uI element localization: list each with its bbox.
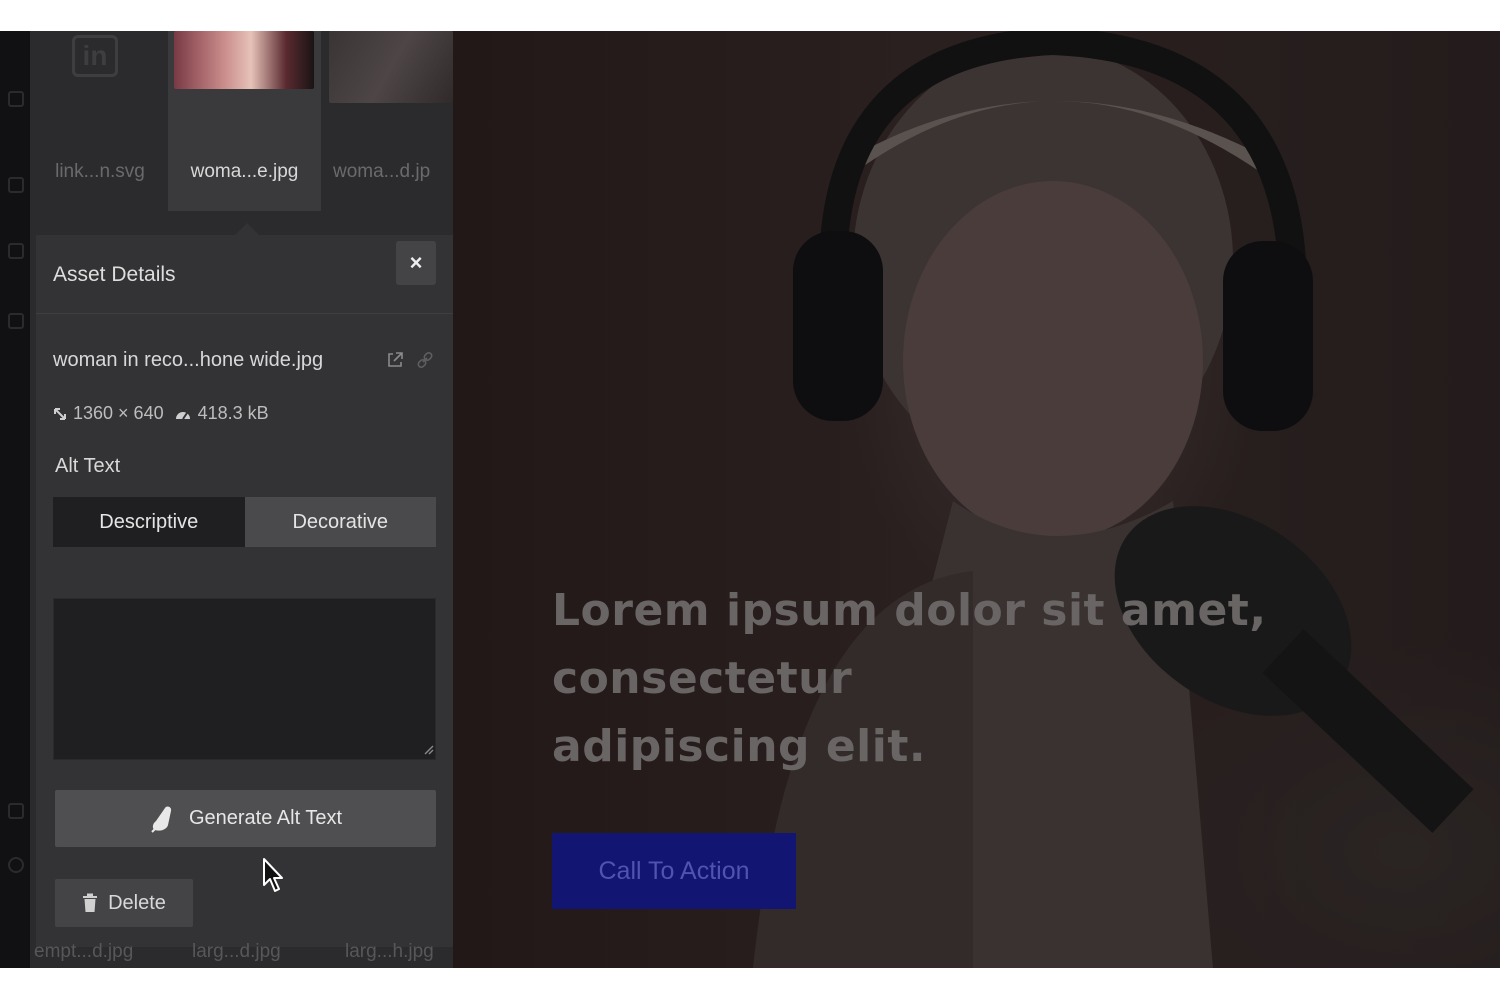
asset-panel: in link...n.svg woma...e.jpg woma...d.jp… (30, 31, 453, 968)
delete-label: Delete (108, 891, 166, 914)
asset-thumbnail-name: link...n.svg (55, 161, 145, 182)
thumbnail-image (329, 31, 453, 103)
popover-caret (235, 223, 259, 235)
rail-pages-icon[interactable] (8, 177, 24, 193)
asset-thumbnail[interactable]: in link...n.svg (30, 31, 170, 211)
call-to-action-button[interactable]: Call To Action (552, 833, 796, 909)
magic-wand-icon (151, 806, 172, 833)
asset-thumbnail-name: woma...d.jp (333, 161, 431, 182)
hero-heading-line: adipiscing elit. (552, 721, 927, 772)
rail-search-icon[interactable] (8, 857, 24, 873)
descriptive-option[interactable]: Descriptive (53, 497, 245, 547)
asset-thumbnail-name[interactable]: empt...d.jpg (34, 941, 133, 963)
dimensions-icon (54, 407, 66, 420)
asset-thumbnail-name: woma...e.jpg (190, 161, 299, 182)
delete-button[interactable]: Delete (55, 879, 193, 927)
left-icon-rail (0, 31, 30, 968)
asset-thumbnail[interactable]: woma...d.jp (325, 31, 453, 211)
gauge-icon (175, 411, 190, 420)
asset-thumbnail-row-bottom: empt...d.jpg larg...d.jpg larg...h.jpg (30, 941, 453, 968)
alt-text-input[interactable] (53, 598, 436, 760)
resize-handle-icon[interactable] (424, 745, 434, 755)
asset-thumbnail-row: in link...n.svg woma...e.jpg woma...d.jp (30, 31, 453, 241)
open-external-icon[interactable] (386, 351, 404, 369)
thumbnail-image (174, 31, 314, 89)
asset-dimensions: 1360 × 640 (73, 403, 164, 423)
rail-settings-icon[interactable] (8, 243, 24, 259)
generate-alt-text-label: Generate Alt Text (188, 807, 343, 829)
hero-heading: Lorem ipsum dolor sit amet, consectetur … (552, 577, 1272, 781)
asset-details-popover: Asset Details × woman in reco...hone wid… (36, 235, 453, 947)
copy-link-icon[interactable] (416, 351, 434, 369)
hero-background-image (753, 31, 1474, 968)
decorative-option[interactable]: Decorative (244, 497, 436, 547)
asset-thumbnail-selected[interactable]: woma...e.jpg (168, 31, 321, 211)
asset-details-title: Asset Details (53, 263, 176, 286)
hero-heading-line: consectetur (552, 653, 853, 704)
hero-heading-line: Lorem ipsum dolor sit amet, (552, 585, 1267, 636)
rail-code-icon[interactable] (8, 313, 24, 329)
rail-media-icon[interactable] (8, 803, 24, 819)
alt-text-label: Alt Text (55, 455, 121, 477)
generate-alt-text-button[interactable]: Generate Alt Text (55, 790, 436, 847)
asset-file-size: 418.3 kB (197, 403, 269, 423)
asset-file-name: woman in reco...hone wide.jpg (53, 349, 324, 371)
close-button[interactable]: × (396, 241, 436, 285)
app-frame: in link...n.svg woma...e.jpg woma...d.jp… (0, 31, 1500, 968)
mouse-cursor-icon (263, 858, 283, 892)
asset-meta: 1360 × 640 418.3 kB (53, 403, 269, 424)
page-preview-canvas[interactable]: Lorem ipsum dolor sit amet, consectetur … (453, 31, 1500, 968)
rail-tool-icon[interactable] (8, 91, 24, 107)
trash-icon (83, 893, 98, 912)
asset-thumbnail-name[interactable]: larg...d.jpg (192, 941, 281, 963)
asset-thumbnail-name[interactable]: larg...h.jpg (345, 941, 434, 963)
linkedin-icon: in (72, 35, 118, 77)
divider (36, 313, 453, 314)
alt-text-mode-toggle: Descriptive Decorative (53, 497, 436, 547)
